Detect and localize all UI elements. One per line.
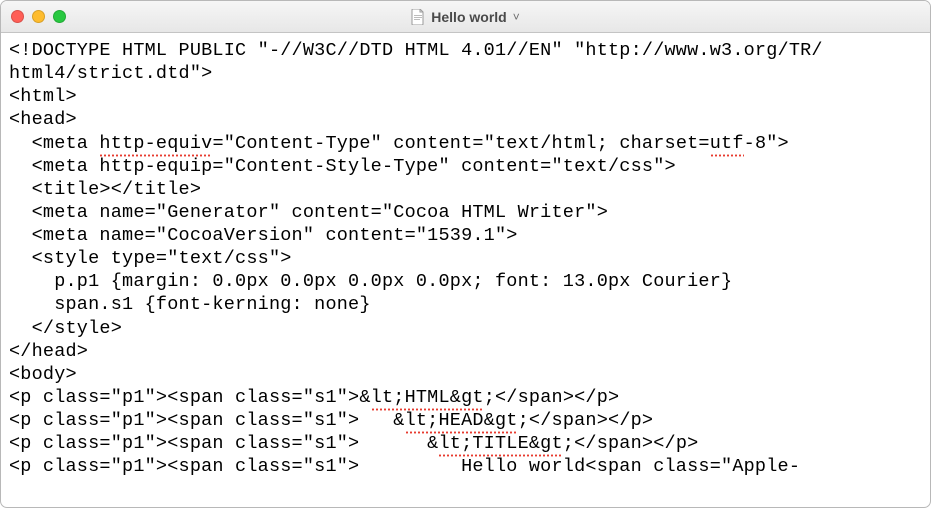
- traffic-lights: [11, 10, 66, 23]
- titlebar[interactable]: Hello world ˅: [1, 1, 930, 33]
- code-line: html4/strict.dtd">: [9, 63, 212, 84]
- code-line: p.p1 {margin: 0.0px 0.0px 0.0px 0.0px; f…: [9, 271, 732, 292]
- code-line: ;</span></p>: [518, 410, 654, 431]
- code-line: <p class="p1"><span class="s1"> &: [9, 433, 438, 454]
- spellcheck-underline: lt;HEAD&gt: [405, 409, 518, 432]
- editor-window: Hello world ˅ <!DOCTYPE HTML PUBLIC "-//…: [0, 0, 931, 508]
- editor-content[interactable]: <!DOCTYPE HTML PUBLIC "-//W3C//DTD HTML …: [1, 33, 930, 507]
- code-line: <meta http-equip="Content-Style-Type" co…: [9, 156, 676, 177]
- code-line: <body>: [9, 364, 77, 385]
- code-line: <meta name="CocoaVersion" content="1539.…: [9, 225, 518, 246]
- zoom-button[interactable]: [53, 10, 66, 23]
- code-line: </style>: [9, 318, 122, 339]
- code-text[interactable]: <!DOCTYPE HTML PUBLIC "-//W3C//DTD HTML …: [9, 39, 922, 478]
- code-line: <meta: [9, 133, 99, 154]
- code-line: span.s1 {font-kerning: none}: [9, 294, 371, 315]
- close-button[interactable]: [11, 10, 24, 23]
- code-line: <p class="p1"><span class="s1"> Hello wo…: [9, 456, 800, 477]
- code-line: <style type="text/css">: [9, 248, 292, 269]
- code-line: ;</span></p>: [484, 387, 620, 408]
- code-line: <p class="p1"><span class="s1"> &: [9, 410, 405, 431]
- code-line: <html>: [9, 86, 77, 107]
- code-line: ="Content-Type" content="text/html; char…: [212, 133, 709, 154]
- code-line: <!DOCTYPE HTML PUBLIC "-//W3C//DTD HTML …: [9, 40, 823, 61]
- chevron-down-icon[interactable]: ˅: [513, 10, 520, 24]
- code-line: <meta name="Generator" content="Cocoa HT…: [9, 202, 608, 223]
- window-title: Hello world: [431, 9, 506, 25]
- code-line: ;</span></p>: [563, 433, 699, 454]
- code-line: <p class="p1"><span class="s1">&: [9, 387, 371, 408]
- minimize-button[interactable]: [32, 10, 45, 23]
- code-line: <title></title>: [9, 179, 201, 200]
- title-wrap: Hello world ˅: [1, 9, 930, 25]
- code-line: <head>: [9, 109, 77, 130]
- document-icon: [411, 9, 425, 25]
- spellcheck-underline: lt;TITLE&gt: [438, 432, 562, 455]
- spellcheck-underline: lt;HTML&gt: [371, 386, 484, 409]
- spellcheck-underline: http-equiv: [99, 132, 212, 155]
- code-line: -8">: [744, 133, 789, 154]
- code-line: </head>: [9, 341, 88, 362]
- spellcheck-underline: utf: [710, 132, 744, 155]
